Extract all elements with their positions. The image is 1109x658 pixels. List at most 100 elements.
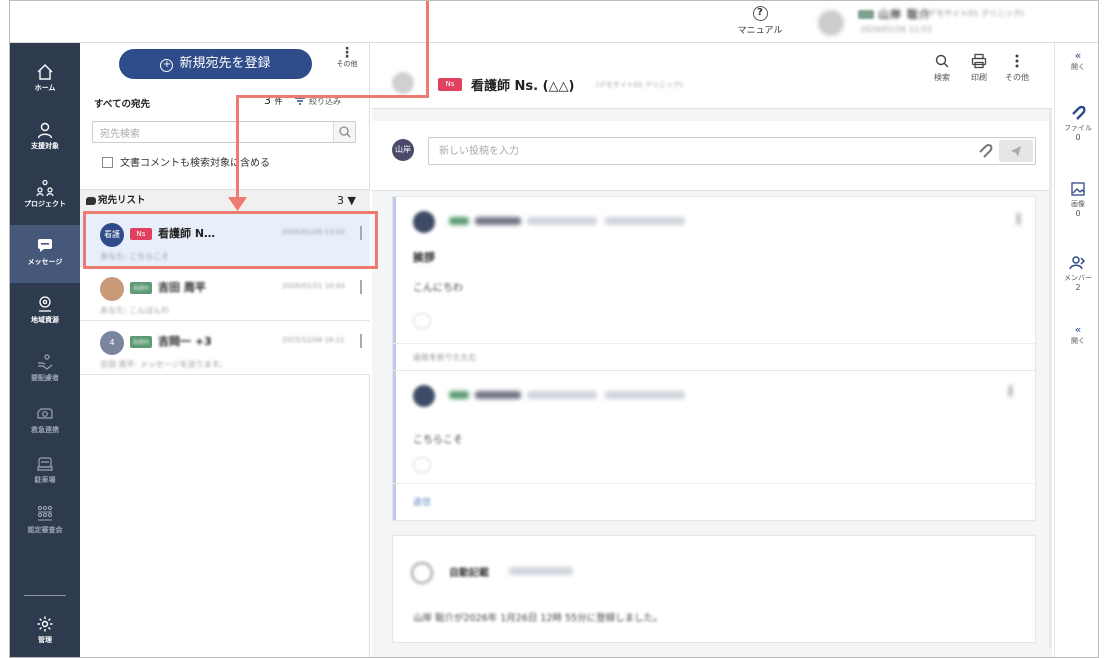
manual-label: マニュアル [737,26,783,36]
message-tag [449,217,469,225]
thread-search-button[interactable]: 検索 [925,53,959,83]
gear-icon [37,616,53,632]
recipient-row[interactable]: 4 Adm 吉岡一 +3 2025/12/08 16:11 吉田 周平: メッセ… [80,322,370,375]
nav-label: 支援対象 [31,142,59,150]
members-count: 2 [1075,283,1081,292]
new-recipient-button[interactable]: + 新規宛先を登録 [119,49,312,79]
chat-bubble-icon [86,197,96,205]
nav-item-message[interactable]: メッセージ [10,225,80,283]
recipient-panel: +新規宛先を登録 ⋮ その他 すべての宛先 3 件 絞り込み 文書コメントも検索… [80,43,370,657]
system-message-body: 山岸 聡介が2026年 1月26日 12時 55分に登録しました。 [413,613,663,624]
divider [393,483,1035,484]
thread-more-button[interactable]: その他 [1000,53,1034,83]
scrollbar[interactable] [1049,109,1052,649]
more-vert-icon[interactable] [1009,385,1012,397]
send-icon [1011,146,1021,157]
thread-org: (デモサイト01 クリニック) [596,81,683,89]
help-icon: ? [752,6,768,21]
search-icon [339,126,351,138]
recipient-more-button[interactable]: ⋮ その他 [332,46,362,69]
image-icon [1071,182,1085,196]
include-doc-comments-option[interactable]: 文書コメントも検索対象に含める [102,154,270,169]
nav-item-home[interactable]: ホーム [10,51,80,109]
drag-handle[interactable] [360,280,362,294]
more-vert-icon [1015,54,1019,68]
drag-handle[interactable] [360,334,362,348]
recipient-list-title: 宛先リスト [98,195,146,206]
user-role-badge [858,10,874,19]
car-icon [37,457,53,471]
expand-members-button[interactable]: « 開く [1055,323,1098,346]
annotation-arrow-segment [236,95,239,201]
recipient-preview: あなた: こんばんわ [100,306,170,315]
nav-label: プロジェクト [24,200,66,208]
nav-label: メッセージ [27,258,63,266]
nav-label: 救急連携 [31,426,59,434]
message-thread: Ns 看護師 Ns. (△△) (デモサイト01 クリニック) 検索 印刷 その… [372,43,1052,657]
recipient-search-input[interactable] [93,124,313,145]
thread-line [393,197,396,370]
images-button[interactable]: 画像 0 [1055,181,1098,218]
person-icon [37,122,53,139]
reaction-icon[interactable] [413,313,431,329]
annotation-arrow-segment [236,95,429,98]
members-button[interactable]: メンバー 2 [1055,255,1098,292]
nav-label: 地域資源 [31,316,59,324]
system-message-date [509,567,573,575]
user-org: (デモサイト01 クリニック) [925,9,1024,18]
nav-label: 駐車場 [34,476,56,484]
more-vert-icon[interactable] [1017,213,1020,225]
include-doc-comments-checkbox[interactable] [102,157,113,168]
system-message-card: 自動記載 山岸 聡介が2026年 1月26日 12時 55分に登録しました。 [392,535,1036,643]
user-login-time: 2026/01/26 12:53 [860,25,932,34]
recipient-avatar: 4 [100,331,124,355]
nav-label: 管理 [38,636,52,644]
recipient-search [92,121,356,145]
nav-label: 要配慮者 [31,374,59,382]
divider [393,343,1035,344]
open-label: 開く [1071,337,1085,345]
recipient-date: 2026/01/21 10:43 [282,282,345,290]
user-avatar[interactable] [818,10,844,36]
include-doc-comments-label: 文書コメントも検索対象に含める [120,158,270,169]
recipient-name: 吉岡一 +3 [158,335,212,348]
thread-title: 看護師 Ns. (△△) [471,79,575,94]
nav-item-admin[interactable]: 管理 [10,603,80,657]
collapse-replies[interactable]: 返信を折りたたむ [413,352,477,363]
paperclip-icon[interactable] [977,143,993,159]
new-recipient-label: 新規宛先を登録 [179,56,271,71]
thread-line [393,371,396,520]
nav-item-care-needs[interactable]: 要配慮者 [10,341,80,399]
recipient-tag: Adm [130,282,152,294]
nav-item-support-target[interactable]: 支援対象 [10,109,80,167]
reply-link[interactable]: 返信 [413,495,431,508]
right-panel: « 開く ファイル 0 画像 0 メンバー 2 « 開く [1054,43,1098,657]
recipient-row[interactable]: Adm 吉田 周平 2026/01/21 10:43 あなた: こんばんわ [80,268,370,321]
new-post-input[interactable] [429,138,949,164]
reply-body: こちらこそ [413,435,463,446]
expand-panel-button[interactable]: « 開く [1055,49,1098,72]
nav-item-project[interactable]: プロジェクト [10,167,80,225]
print-button[interactable]: 印刷 [962,53,996,83]
open-label: 開く [1071,63,1085,71]
nav-label: ホーム [34,84,56,92]
double-chevron-left-icon: « [1074,49,1082,62]
annotation-arrowhead-icon [228,197,247,211]
recipient-count-unit: 件 [274,97,283,106]
message-org [527,391,597,399]
search-label: 検索 [934,73,950,82]
send-button[interactable] [999,140,1033,162]
recipient-list-header[interactable]: 宛先リスト 3 ▼ [80,189,370,213]
annotation-highlight-box [83,211,378,269]
search-button[interactable] [333,122,355,142]
reaction-icon[interactable] [413,457,431,473]
nav-item-certification-committee[interactable]: 認定審査会 [10,493,80,551]
manual-button[interactable]: ? マニュアル [730,6,790,36]
recipient-preview: 吉田 周平: メッセージを送ります。 [100,360,227,369]
files-button[interactable]: ファイル 0 [1055,105,1098,142]
members-icon [1069,256,1086,270]
side-nav: ホーム 支援対象 プロジェクト メッセージ 地域資源 要配慮者 救急連携 駐車場… [10,43,80,657]
message-avatar [413,211,435,233]
nav-item-local-resources[interactable]: 地域資源 [10,283,80,341]
message-org [527,217,597,225]
